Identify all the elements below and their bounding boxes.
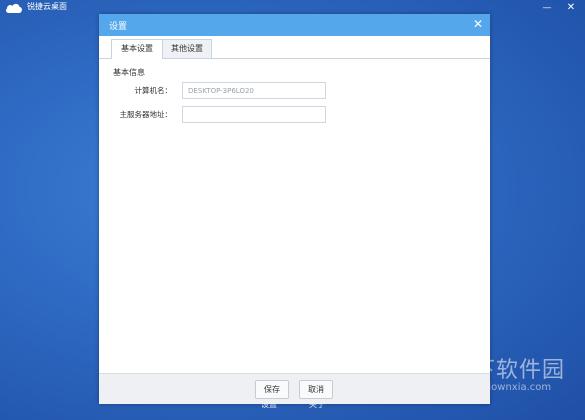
main-server-label: 主服务器地址：: [119, 110, 173, 119]
tab-bar: 基本设置 其他设置: [99, 39, 490, 59]
computer-name-label: 计算机名：: [134, 86, 173, 95]
main-server-input[interactable]: [182, 106, 326, 123]
dialog-header: 设置 ✕: [99, 14, 490, 36]
dialog-close-icon[interactable]: ✕: [471, 16, 485, 32]
computer-name-input[interactable]: DESKTOP-3P6LO20: [182, 82, 326, 99]
minimize-button[interactable]: —: [538, 0, 556, 16]
section-title-basic-info: 基本信息: [113, 68, 145, 77]
tab-basic-settings[interactable]: 基本设置: [111, 39, 163, 59]
tab-other-settings[interactable]: 其他设置: [162, 39, 212, 58]
dialog-title: 设置: [109, 22, 128, 32]
window-close-button[interactable]: ✕: [562, 0, 580, 16]
app-title: 锐捷云桌面: [27, 2, 67, 11]
cancel-button[interactable]: 取消: [299, 380, 333, 399]
save-button[interactable]: 保存: [255, 380, 289, 399]
cloud-logo-icon: [5, 3, 22, 14]
settings-dialog: 设置 ✕ 基本设置 其他设置 基本信息 计算机名： DESKTOP-3P6LO2…: [99, 14, 490, 404]
dialog-footer: 保存 取消: [99, 373, 490, 404]
